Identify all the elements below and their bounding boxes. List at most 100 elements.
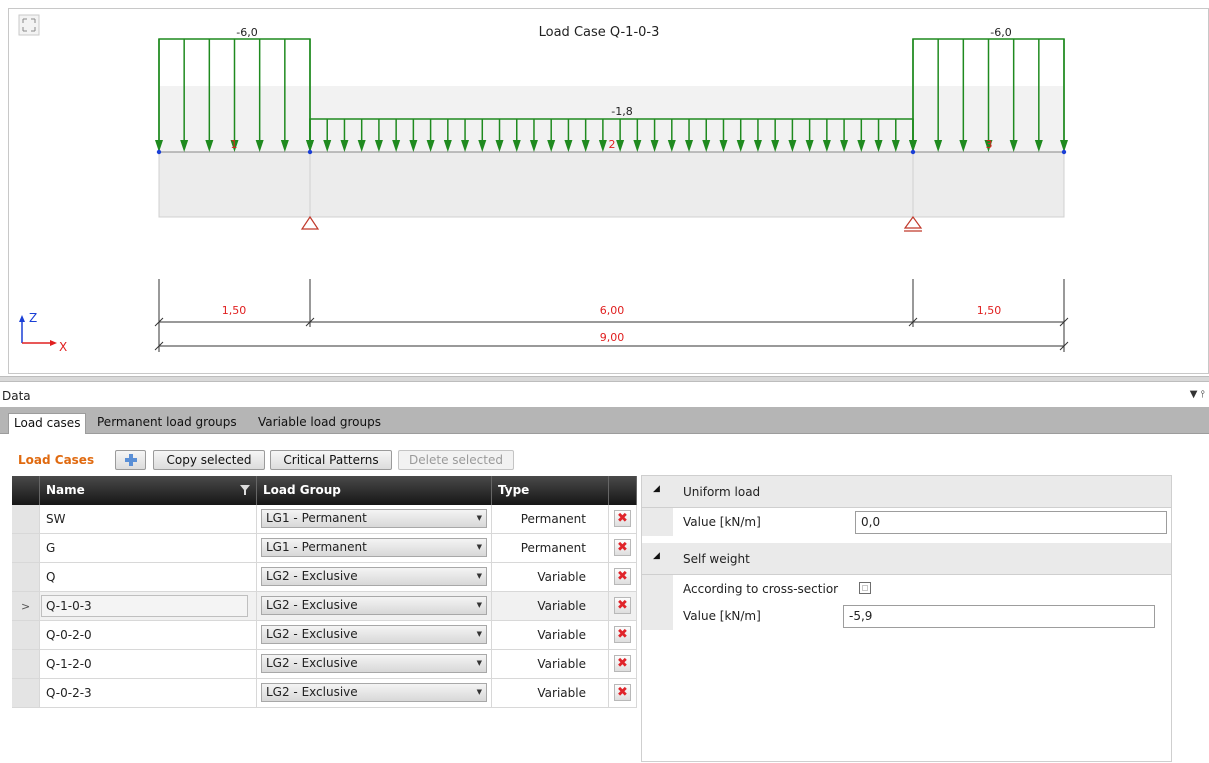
dimension-left: 1,50 [222, 304, 247, 317]
delete-cell: ✖ [609, 679, 637, 708]
table-row[interactable]: Q-1-2-0 LG2 - Exclusive ▼ Variable ✖ [12, 650, 637, 679]
self-value-input[interactable]: -5,9 [843, 605, 1155, 628]
row-selector[interactable] [12, 621, 40, 650]
tab-variable-load-groups[interactable]: Variable load groups [253, 413, 386, 434]
header-load-group[interactable]: Load Group [257, 476, 492, 505]
grid-header: Name Load Group Type [12, 476, 637, 505]
self-value-label: Value [kN/m] [683, 609, 761, 623]
cross-section-checkbox[interactable] [859, 582, 871, 594]
delete-selected-button[interactable]: Delete selected [398, 450, 514, 470]
node-2 [307, 149, 313, 155]
load-group-value: LG1 - Permanent [266, 511, 367, 525]
collapse-triangle-icon[interactable]: ◢ [653, 551, 660, 561]
load-group-dropdown[interactable]: LG2 - Exclusive ▼ [261, 654, 487, 673]
load-case-name[interactable]: Q-0-2-0 [40, 621, 257, 650]
self-weight-section[interactable]: ◢ Self weight [642, 543, 1171, 575]
load-case-name-input[interactable]: Q-1-0-3 [41, 595, 248, 617]
load-cases-title: Load Cases [18, 453, 95, 467]
panel-splitter[interactable] [0, 376, 1209, 382]
cross-section-row: According to cross-sectior [642, 575, 1171, 603]
delete-cell: ✖ [609, 563, 637, 592]
load-group-dropdown[interactable]: LG1 - Permanent ▼ [261, 538, 487, 557]
add-load-case-button[interactable] [115, 450, 146, 470]
self-weight-title: Self weight [683, 552, 750, 566]
load-case-name[interactable]: Q-1-2-0 [40, 650, 257, 679]
tab-strip: Load cases Permanent load groups Variabl… [0, 407, 1209, 434]
row-selector[interactable] [12, 534, 40, 563]
table-row[interactable]: Q LG2 - Exclusive ▼ Variable ✖ [12, 563, 637, 592]
chevron-down-icon: ▼ [476, 543, 482, 551]
row-selector[interactable] [12, 679, 40, 708]
load-group-dropdown[interactable]: LG2 - Exclusive ▼ [261, 683, 487, 702]
load-group-dropdown[interactable]: LG2 - Exclusive ▼ [261, 625, 487, 644]
delete-row-icon[interactable]: ✖ [614, 539, 631, 556]
header-type[interactable]: Type [492, 476, 609, 505]
load-group-dropdown[interactable]: LG2 - Exclusive ▼ [261, 567, 487, 586]
load-group-value: LG1 - Permanent [266, 540, 367, 554]
table-row[interactable]: G LG1 - Permanent ▼ Permanent ✖ [12, 534, 637, 563]
load-group-cell: LG2 - Exclusive ▼ [257, 563, 492, 592]
dimension-right: 1,50 [977, 304, 1002, 317]
delete-row-icon[interactable]: ✖ [614, 684, 631, 701]
self-value-row: Value [kN/m] -5,9 [642, 602, 1171, 630]
delete-cell: ✖ [609, 592, 637, 621]
row-selector[interactable] [12, 650, 40, 679]
delete-row-icon[interactable]: ✖ [614, 626, 631, 643]
delete-cell: ✖ [609, 621, 637, 650]
header-name[interactable]: Name [40, 476, 257, 505]
load-case-name[interactable]: SW [40, 505, 257, 534]
uniform-load-section[interactable]: ◢ Uniform load [642, 476, 1171, 508]
pin-icon[interactable]: ▼ ⫯ [1190, 389, 1205, 400]
row-selector[interactable] [12, 505, 40, 534]
table-row-selected[interactable]: > Q-1-0-3 LG2 - Exclusive ▼ Variable ✖ [12, 592, 637, 621]
table-row[interactable]: SW LG1 - Permanent ▼ Permanent ✖ [12, 505, 637, 534]
header-delete [609, 476, 637, 505]
load-case-name[interactable]: Q-0-2-3 [40, 679, 257, 708]
delete-row-icon[interactable]: ✖ [614, 597, 631, 614]
load-group-cell: LG2 - Exclusive ▼ [257, 650, 492, 679]
load-case-type: Variable [492, 592, 609, 621]
row-gutter [642, 575, 673, 603]
load-case-type: Variable [492, 650, 609, 679]
load-left-value: -6,0 [236, 26, 257, 39]
delete-row-icon[interactable]: ✖ [614, 510, 631, 527]
chevron-down-icon: ▼ [476, 601, 482, 609]
node-3 [910, 149, 916, 155]
filter-icon[interactable] [240, 485, 250, 495]
delete-row-icon[interactable]: ✖ [614, 568, 631, 585]
span-label-2: 2 [609, 138, 616, 151]
delete-cell: ✖ [609, 650, 637, 679]
header-name-label: Name [46, 483, 85, 497]
load-group-cell: LG1 - Permanent ▼ [257, 505, 492, 534]
load-group-dropdown[interactable]: LG1 - Permanent ▼ [261, 509, 487, 528]
chevron-down-icon: ▼ [476, 630, 482, 638]
delete-row-icon[interactable]: ✖ [614, 655, 631, 672]
collapse-triangle-icon[interactable]: ◢ [653, 484, 660, 494]
support-pinned-icon [300, 215, 320, 230]
load-group-value: LG2 - Exclusive [266, 627, 358, 641]
beam-diagram-canvas[interactable]: Load Case Q-1-0-3 -6,0 -1,8 -6,0 1 2 3 1… [8, 8, 1209, 374]
load-case-type: Permanent [492, 505, 609, 534]
uniform-load-title: Uniform load [683, 485, 761, 499]
copy-selected-button[interactable]: Copy selected [153, 450, 265, 470]
chevron-down-icon: ▼ [476, 514, 482, 522]
critical-patterns-button[interactable]: Critical Patterns [270, 450, 392, 470]
chevron-down-icon: ▼ [476, 688, 482, 696]
node-4 [1061, 149, 1067, 155]
table-row[interactable]: Q-0-2-3 LG2 - Exclusive ▼ Variable ✖ [12, 679, 637, 708]
row-selector[interactable]: > [12, 592, 40, 621]
node-1 [156, 149, 162, 155]
table-row[interactable]: Q-0-2-0 LG2 - Exclusive ▼ Variable ✖ [12, 621, 637, 650]
expand-icon[interactable] [18, 14, 40, 36]
row-selector[interactable] [12, 563, 40, 592]
load-case-name[interactable]: G [40, 534, 257, 563]
load-group-cell: LG2 - Exclusive ▼ [257, 592, 492, 621]
load-group-value: LG2 - Exclusive [266, 598, 358, 612]
tab-permanent-load-groups[interactable]: Permanent load groups [92, 413, 242, 434]
load-case-type: Variable [492, 679, 609, 708]
load-group-value: LG2 - Exclusive [266, 569, 358, 583]
load-case-name[interactable]: Q [40, 563, 257, 592]
uniform-value-input[interactable]: 0,0 [855, 511, 1167, 534]
tab-load-cases[interactable]: Load cases [8, 413, 87, 434]
load-group-dropdown[interactable]: LG2 - Exclusive ▼ [261, 596, 487, 615]
